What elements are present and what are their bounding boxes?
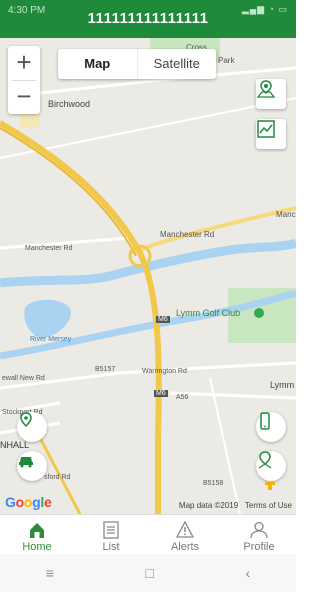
map-label-river-mersey: River Mersey — [30, 336, 72, 343]
bottom-tab-bar: Home List Alerts Profile — [0, 514, 296, 555]
chart-trend-icon — [257, 120, 275, 138]
route-map-button[interactable] — [256, 79, 286, 109]
zoom-control: + − — [8, 46, 40, 114]
page-title: 111111111111111 — [87, 10, 209, 27]
google-logo: Google — [5, 494, 52, 510]
system-nav-bar: ≡ □ ‹ — [0, 554, 296, 592]
tab-home[interactable]: Home — [0, 515, 74, 555]
map-type-map-button[interactable]: Map — [58, 49, 138, 79]
location-pin-button[interactable] — [17, 412, 47, 442]
map-label-rd-bottom: sford Rd — [44, 474, 71, 481]
tab-alerts-label: Alerts — [170, 541, 200, 553]
analytics-button[interactable] — [256, 119, 286, 149]
zoom-in-button[interactable]: + — [8, 46, 40, 80]
tab-list-label: List — [102, 541, 120, 553]
car-icon — [19, 457, 33, 468]
map-label-nhall: NHALL — [0, 440, 30, 450]
zoom-divider — [12, 80, 36, 81]
device-button[interactable] — [256, 412, 286, 442]
map-label-lymm-golf: Lymm Golf Club — [176, 308, 241, 318]
map-label-newall-rd: ewall New Rd — [2, 375, 45, 382]
map-label-birchwood: Birchwood — [48, 99, 91, 109]
navigate-button[interactable] — [256, 451, 286, 481]
map-label-manchester-rd-far: Manche — [276, 210, 296, 219]
map-label-manchester-rd-left: Manchester Rd — [25, 245, 73, 252]
menu-nav-button[interactable]: ≡ — [46, 565, 54, 581]
map-attribution: Map data ©2019 Terms of Use — [179, 501, 292, 510]
location-route-icon — [256, 80, 276, 98]
map-label-m6-bottom: M6 — [154, 390, 168, 397]
back-nav-button[interactable]: ‹ — [246, 565, 251, 581]
terms-link[interactable]: Terms of Use — [245, 501, 292, 510]
tab-alerts[interactable]: Alerts — [148, 515, 222, 555]
pegman-icon[interactable] — [264, 480, 276, 490]
map-canvas — [0, 38, 296, 514]
tab-home-label: Home — [22, 541, 52, 553]
tab-profile-label: Profile — [243, 541, 275, 553]
list-icon — [103, 521, 119, 539]
map-label-m6-top: M6 — [156, 316, 170, 323]
map-label-top-park: Park — [218, 56, 235, 65]
map-label-manchester-rd-right: Manchester Rd — [160, 230, 215, 239]
map-pin-icon — [20, 412, 32, 428]
map-label-lymm: Lymm — [270, 380, 295, 390]
home-nav-button[interactable]: □ — [146, 565, 154, 581]
navigation-pin-icon — [258, 451, 272, 469]
map-label-b5158: B5158 — [203, 480, 224, 487]
map-label-b5157: B5157 — [95, 366, 116, 373]
tab-list[interactable]: List — [74, 515, 148, 555]
phone-icon — [260, 412, 270, 430]
map-label-a56: A56 — [176, 394, 189, 401]
app-header: 4:30 PM ▂▄▆ ◔ ▭ 111111111111111 — [0, 0, 296, 38]
vehicle-button[interactable] — [17, 451, 47, 481]
map-label-warrington-rd: Warrington Rd — [142, 368, 187, 375]
map-type-toggle: Map Satellite — [58, 49, 216, 79]
map-data-text: Map data ©2019 — [178, 501, 239, 510]
home-icon — [30, 523, 44, 538]
user-icon — [250, 521, 268, 539]
alert-triangle-icon — [176, 521, 194, 538]
tab-profile[interactable]: Profile — [222, 515, 296, 555]
map-type-satellite-button[interactable]: Satellite — [138, 49, 217, 79]
zoom-out-button[interactable]: − — [8, 80, 40, 114]
map-view[interactable]: Birchwood Manchester Rd Manchester Rd Ma… — [0, 38, 296, 514]
